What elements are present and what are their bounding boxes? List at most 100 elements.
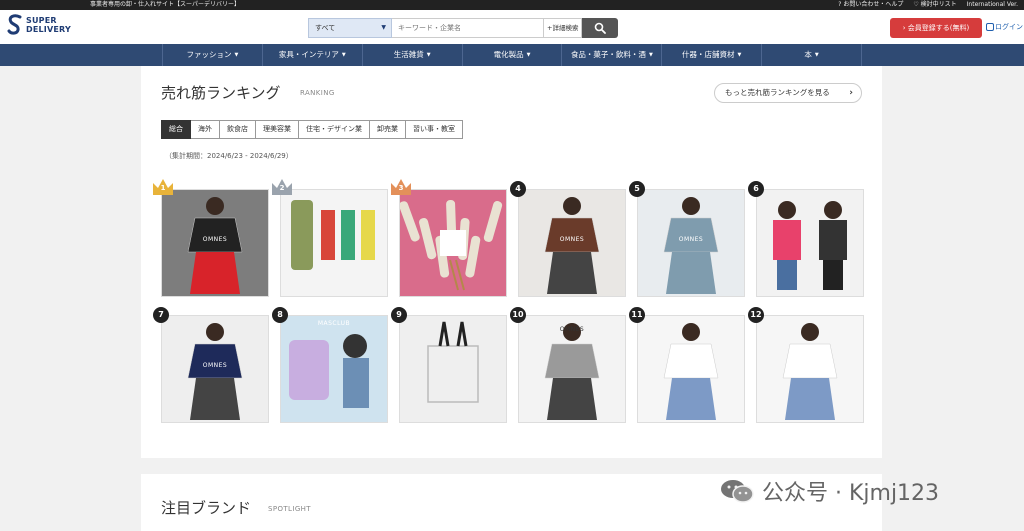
nav-item-2[interactable]: 生活雑貨 ▼: [363, 44, 463, 66]
product-brand-label: OMNES: [559, 326, 585, 333]
product-image: [281, 190, 387, 296]
login-label: ログイン: [995, 23, 1023, 31]
product-image: [638, 316, 744, 422]
wishlist-link[interactable]: ♡ 検討中リスト: [913, 0, 956, 10]
nav-item-label: 本: [804, 50, 812, 59]
rank-badge: 12: [748, 307, 764, 323]
ranking-grid: OMNES 1 2 3 OMNES 4 OMNES 5 6 OMNES 7 MASCLUB 8 9 OMNE…: [153, 179, 864, 423]
watermark: 公众号 · Kjmj123: [720, 474, 939, 508]
login-icon: [986, 23, 994, 31]
rank-crown-icon: 2: [270, 177, 294, 197]
product-card[interactable]: OMNES: [518, 189, 626, 297]
rank-number: 2: [279, 184, 285, 192]
chevron-down-icon: ▼: [381, 24, 386, 31]
help-link[interactable]: ? お問い合わせ・ヘルプ: [838, 0, 903, 10]
rank-number: 3: [398, 184, 404, 192]
product-image: [162, 316, 268, 422]
signup-button[interactable]: › 会員登録する(無料): [890, 18, 982, 38]
nav-item-0[interactable]: ファッション ▼: [162, 44, 263, 66]
ranking-tab[interactable]: 飲食店: [220, 120, 256, 139]
site-tagline: 事業者専用の卸・仕入れサイト【スーパーデリバリー】: [90, 1, 240, 8]
advanced-search-link[interactable]: +詳細検索: [544, 18, 583, 38]
ranking-tab[interactable]: 習い事・教室: [406, 120, 463, 139]
category-nav: ファッション ▼ 家具・インテリア ▼ 生活雑貨 ▼ 電化製品 ▼ 食品・菓子・飲料・酒 ▼ 什器・…: [0, 44, 1024, 66]
ranking-tab[interactable]: 海外: [191, 120, 220, 139]
rank-badge: 8: [272, 307, 288, 323]
top-links: ? お問い合わせ・ヘルプ ♡ 検討中リスト International Ver.: [838, 0, 1018, 10]
product-image: [757, 190, 863, 296]
chevron-down-icon: ▼: [234, 52, 239, 58]
product-card[interactable]: [399, 189, 507, 297]
product-brand-label: OMNES: [559, 236, 585, 243]
more-ranking-button[interactable]: もっと売れ筋ランキングを見る ›: [714, 83, 862, 103]
rank-badge: 5: [629, 181, 645, 197]
search-input[interactable]: [392, 18, 544, 38]
aggregation-period: （集計期間：2024/6/23 - 2024/6/29）: [165, 152, 293, 160]
product-image: [400, 316, 506, 422]
product-card[interactable]: [637, 315, 745, 423]
product-brand-label: MASCLUB: [317, 320, 351, 327]
ranking-tab[interactable]: 卸売業: [370, 120, 406, 139]
nav-item-6[interactable]: 本 ▼: [762, 44, 863, 66]
product-image: [400, 190, 506, 296]
rank-badge: 4: [510, 181, 526, 197]
site-logo[interactable]: SUPER DELIVERY: [6, 14, 86, 38]
nav-item-1[interactable]: 家具・インテリア ▼: [263, 44, 363, 66]
product-image: [757, 316, 863, 422]
nav-item-4[interactable]: 食品・菓子・飲料・酒 ▼: [562, 44, 663, 66]
product-image: [281, 316, 387, 422]
rank-number: 1: [160, 184, 166, 192]
section-title: 売れ筋ランキング: [161, 84, 281, 102]
search-bar: すべて ▼ +詳細検索: [308, 18, 619, 38]
chevron-down-icon: ▼: [526, 52, 531, 58]
product-image: [638, 190, 744, 296]
ranking-tabs: 総合 海外 飲食店 理美容業 住宅・デザイン業 卸売業 習い事・教室: [161, 120, 463, 139]
international-link[interactable]: International Ver.: [967, 0, 1018, 10]
rank-badge: 11: [629, 307, 645, 323]
product-card[interactable]: MASCLUB: [280, 315, 388, 423]
more-ranking-label: もっと売れ筋ランキングを見る: [725, 88, 830, 97]
product-card[interactable]: OMNES: [161, 189, 269, 297]
spotlight-subtitle: SPOTLIGHT: [268, 505, 311, 513]
rank-badge: 6: [748, 181, 764, 197]
product-card[interactable]: OMNES: [161, 315, 269, 423]
ranking-section: 売れ筋ランキング RANKING もっと売れ筋ランキングを見る › 総合 海外 飲食…: [141, 66, 882, 458]
nav-item-label: 食品・菓子・飲料・酒: [570, 50, 646, 59]
product-image: [162, 190, 268, 296]
header: SUPER DELIVERY すべて ▼ +詳細検索 › 会員登録する(無料) …: [0, 10, 1024, 44]
rank-badge: 9: [391, 307, 407, 323]
chevron-down-icon: ▼: [648, 52, 653, 58]
search-category-select[interactable]: すべて ▼: [308, 18, 392, 38]
search-category-value: すべて: [315, 24, 336, 32]
section-subtitle: RANKING: [300, 89, 335, 97]
nav-item-5[interactable]: 什器・店舗資材 ▼: [662, 44, 763, 66]
ranking-tab[interactable]: 総合: [161, 120, 191, 139]
nav-item-label: 家具・インテリア: [278, 50, 339, 59]
login-link[interactable]: ログイン: [986, 22, 1023, 32]
product-card[interactable]: OMNES: [637, 189, 745, 297]
top-bar: 事業者専用の卸・仕入れサイト【スーパーデリバリー】 ? お問い合わせ・ヘルプ ♡…: [0, 0, 1024, 10]
rank-badge: 7: [153, 307, 169, 323]
product-card[interactable]: [756, 315, 864, 423]
wechat-icon: [721, 480, 754, 503]
rank-crown-icon: 3: [389, 177, 413, 197]
rank-badge: 10: [510, 307, 526, 323]
category-nav-items: ファッション ▼ 家具・インテリア ▼ 生活雑貨 ▼ 電化製品 ▼ 食品・菓子・飲料・酒 ▼ 什器・…: [162, 44, 863, 66]
logo-mark-icon: [7, 14, 22, 35]
chevron-down-icon: ▼: [814, 52, 819, 58]
nav-item-3[interactable]: 電化製品 ▼: [463, 44, 563, 66]
search-button[interactable]: [582, 18, 619, 38]
product-card[interactable]: [280, 189, 388, 297]
product-card[interactable]: [399, 315, 507, 423]
ranking-tab[interactable]: 理美容業: [256, 120, 299, 139]
product-card[interactable]: [756, 189, 864, 297]
search-icon: [595, 22, 607, 34]
spotlight-title: 注目ブランド: [161, 499, 252, 517]
product-brand-label: OMNES: [678, 236, 704, 243]
product-image: [519, 190, 625, 296]
rank-crown-icon: 1: [151, 177, 175, 197]
product-card[interactable]: OMNES: [518, 315, 626, 423]
nav-item-label: 什器・店舗資材: [682, 50, 735, 59]
ranking-tab[interactable]: 住宅・デザイン業: [299, 120, 370, 139]
chevron-right-icon: ›: [849, 88, 853, 98]
